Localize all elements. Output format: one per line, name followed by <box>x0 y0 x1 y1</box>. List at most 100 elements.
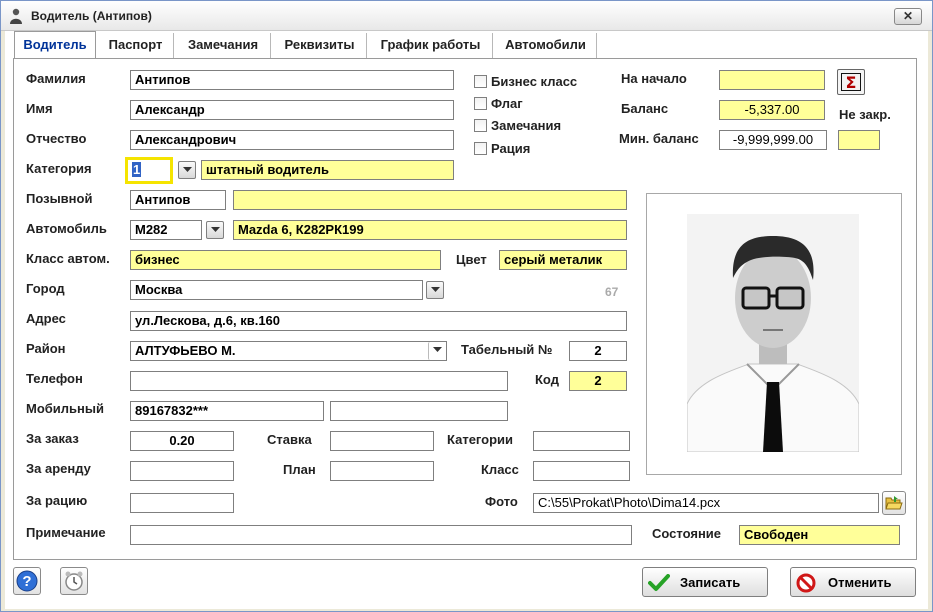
rent-label: За аренду <box>26 461 91 476</box>
min-balance-label: Мин. баланс <box>619 131 699 146</box>
car-class-label: Класс автом. <box>26 251 110 266</box>
driver-window: Водитель (Антипов) ✕ Водитель Паспорт За… <box>0 0 933 612</box>
phone-field[interactable] <box>130 371 508 391</box>
help-button[interactable]: ? <box>13 567 41 595</box>
district-field[interactable]: АЛТУФЬЕВО М. <box>130 341 447 361</box>
category-code-selection: 1 <box>132 162 142 177</box>
close-button[interactable]: ✕ <box>894 8 922 25</box>
surname-label: Фамилия <box>26 71 86 86</box>
class-field[interactable] <box>533 461 630 481</box>
tab-cars[interactable]: Автомобили <box>495 33 597 58</box>
save-button-label: Записать <box>680 575 741 590</box>
city-count: 67 <box>605 285 619 299</box>
car-label: Автомобиль <box>26 221 107 236</box>
categories-label: Категории <box>447 432 514 447</box>
tab-passport[interactable]: Паспорт <box>98 33 174 58</box>
tab-remarks[interactable]: Замечания <box>176 33 271 58</box>
state-field[interactable]: Свободен <box>739 525 900 545</box>
tab-number-label: Табельный № <box>461 342 553 357</box>
category-label: Категория <box>26 161 92 176</box>
radio-fee-field[interactable] <box>130 493 234 513</box>
tab-driver[interactable]: Водитель <box>14 31 96 59</box>
remarks-checkbox[interactable] <box>474 119 487 132</box>
driver-icon <box>10 8 22 24</box>
category-name-field[interactable]: штатный водитель <box>201 160 454 180</box>
tab-schedule[interactable]: График работы <box>369 33 493 58</box>
flag-checkbox[interactable] <box>474 97 487 110</box>
car-name-field[interactable]: Mazda 6, К282РК199 <box>233 220 627 240</box>
address-label: Адрес <box>26 311 66 326</box>
mobile-extra-field[interactable] <box>330 401 508 421</box>
remarks-label: Замечания <box>491 118 562 133</box>
tab-number-field[interactable]: 2 <box>569 341 627 361</box>
callsign-extra-field[interactable] <box>233 190 627 210</box>
rate-field[interactable] <box>330 431 434 451</box>
category-code-field[interactable]: 1 <box>125 157 173 184</box>
address-field[interactable]: ул.Лескова, д.6, кв.160 <box>130 311 627 331</box>
balance-label: Баланс <box>621 101 669 116</box>
city-label: Город <box>26 281 65 296</box>
city-dropdown-button[interactable] <box>426 281 444 299</box>
per-order-field[interactable]: 0.20 <box>130 431 234 451</box>
tab-requisites[interactable]: Реквизиты <box>273 33 367 58</box>
start-balance-label: На начало <box>621 71 687 86</box>
car-code-field[interactable]: М282 <box>130 220 202 240</box>
sigma-icon: Σ <box>841 73 861 91</box>
flag-label: Флаг <box>491 96 523 111</box>
color-field[interactable]: серый металик <box>499 250 627 270</box>
state-label: Состояние <box>652 526 722 541</box>
checkmark-icon <box>648 574 670 591</box>
category-dropdown-button[interactable] <box>178 161 196 179</box>
business-class-label: Бизнес класс <box>491 74 578 89</box>
callsign-label: Позывной <box>26 191 93 206</box>
code-label: Код <box>535 372 559 387</box>
alarm-button[interactable] <box>60 567 88 595</box>
not-closed-field[interactable] <box>838 130 880 150</box>
district-label: Район <box>26 341 66 356</box>
patronymic-field[interactable]: Александрович <box>130 130 454 150</box>
surname-field[interactable]: Антипов <box>130 70 454 90</box>
cancel-button[interactable]: Отменить <box>790 567 916 597</box>
rent-field[interactable] <box>130 461 234 481</box>
min-balance-field[interactable]: -9,999,999.00 <box>719 130 827 150</box>
note-field[interactable] <box>130 525 632 545</box>
patronymic-label: Отчество <box>26 131 87 146</box>
sum-button[interactable]: Σ <box>837 69 865 95</box>
district-dropdown-button[interactable] <box>428 342 446 360</box>
note-label: Примечание <box>26 525 106 540</box>
window-title: Водитель (Антипов) <box>31 9 152 23</box>
cancel-button-label: Отменить <box>828 575 892 590</box>
photo-label: Фото <box>485 494 518 509</box>
start-balance-field[interactable] <box>719 70 825 90</box>
alarm-clock-icon <box>65 571 83 591</box>
car-dropdown-button[interactable] <box>206 221 224 239</box>
title-bar[interactable]: Водитель (Антипов) ✕ <box>1 1 932 31</box>
name-label: Имя <box>26 101 53 116</box>
phone-label: Телефон <box>26 371 83 386</box>
open-folder-icon <box>885 496 903 510</box>
cancel-icon <box>796 573 816 593</box>
city-field[interactable]: Москва <box>130 280 423 300</box>
chevron-down-icon <box>211 227 220 232</box>
callsign-field[interactable]: Антипов <box>130 190 226 210</box>
rate-label: Ставка <box>267 432 312 447</box>
color-label: Цвет <box>456 252 487 267</box>
chevron-down-icon <box>183 167 192 172</box>
chevron-down-icon <box>433 347 442 352</box>
mobile-field[interactable]: 89167832*** <box>130 401 324 421</box>
car-class-field[interactable]: бизнес <box>130 250 441 270</box>
business-class-checkbox[interactable] <box>474 75 487 88</box>
balance-field[interactable]: -5,337.00 <box>719 100 825 120</box>
not-closed-label: Не закр. <box>839 107 891 122</box>
plan-field[interactable] <box>330 461 434 481</box>
code-field[interactable]: 2 <box>569 371 627 391</box>
driver-photo <box>687 214 859 452</box>
photo-path-field[interactable]: C:\55\Prokat\Photo\Dima14.pcx <box>533 493 879 513</box>
save-button[interactable]: Записать <box>642 567 768 597</box>
browse-photo-button[interactable] <box>882 491 906 515</box>
categories-field[interactable] <box>533 431 630 451</box>
per-order-label: За заказ <box>26 431 79 446</box>
name-field[interactable]: Александр <box>130 100 454 120</box>
radio-checkbox[interactable] <box>474 142 487 155</box>
help-icon: ? <box>16 570 38 592</box>
